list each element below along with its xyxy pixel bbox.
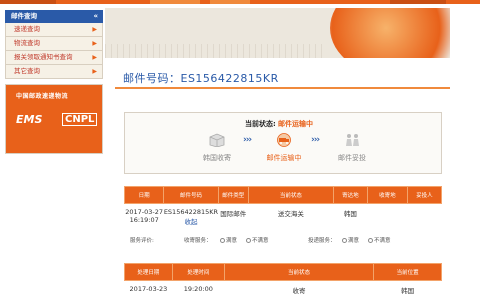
column-header: 妥投人: [406, 186, 443, 204]
step-label: 邮件妥投: [338, 154, 366, 162]
delivery-service-label: 投递服务：: [308, 238, 336, 244]
current-status-label: 当前状态:: [245, 120, 276, 128]
delivery-icon: [346, 134, 359, 146]
top-nav-tab[interactable]: [210, 0, 250, 4]
radio-icon[interactable]: [342, 238, 347, 243]
column-header: 寄达地: [332, 186, 368, 204]
step-received: 韩国收寄: [192, 133, 242, 163]
cell-location: 韩国: [401, 287, 415, 295]
banner-image: [105, 8, 450, 58]
radio-icon[interactable]: [368, 238, 373, 243]
sidebar-item-express[interactable]: 速递查询 ▶: [5, 23, 103, 37]
column-header: 当前状态: [223, 263, 375, 281]
arrow-right-icon: ▶: [92, 40, 97, 47]
step-label: 韩国收寄: [203, 154, 231, 162]
arrow-right-icon: ▶: [92, 54, 97, 61]
mail-info-table: 日期 邮件号码 邮件类型 当前状态 寄达地 收寄地 妥投人 2017-03-27…: [123, 186, 443, 227]
radio-label: 不满意: [374, 238, 391, 244]
sidebar: 邮件查询 « 速递查询 ▶ 物流查询 ▶ 报关领取通知书查询 ▶ 其它查询 ▶ …: [5, 10, 103, 154]
step-delivered: 邮件妥投: [327, 133, 377, 163]
cell-process-date: 2017-03-23: [129, 285, 168, 293]
table-header-row: 处理日期 处理时间 当前状态 当前位置: [124, 263, 442, 281]
sidebar-item-other[interactable]: 其它查询 ▶: [5, 65, 103, 79]
cell-origin: [367, 204, 407, 227]
column-header: 邮件号码: [163, 186, 219, 204]
column-header: 当前位置: [373, 263, 442, 281]
radio-label: 满意: [348, 238, 360, 244]
arrow-right-icon: ▶: [92, 68, 97, 75]
sidebar-header-label: 邮件查询: [11, 12, 37, 20]
radio-receive-unsatisfied[interactable]: 不满意: [246, 236, 269, 244]
column-header: 收寄地: [366, 186, 408, 204]
sidebar-item-customs-notice[interactable]: 报关领取通知书查询 ▶: [5, 51, 103, 65]
progress-chevrons-icon: ›››: [243, 135, 252, 145]
cell-date: 2017-03-27 16:19:07: [125, 208, 164, 224]
status-panel: 当前状态: 邮件运输中 韩国收寄 ››› 邮件运输中 ››› 邮件妥投: [124, 112, 442, 174]
mail-number: ES156422815KR: [163, 208, 219, 216]
cell-mail-number: ES156422815KR 收起: [163, 204, 219, 226]
banner-texture: [105, 44, 325, 58]
cell-status: 收寄: [292, 287, 306, 295]
table-row: 2017-03-27 16:19:07 ES156422815KR 收起 国际邮…: [125, 204, 442, 227]
arrow-right-icon: ▶: [92, 26, 97, 33]
sidebar-item-label: 物流查询: [14, 39, 40, 47]
cell-process-time: 19:20:00: [183, 285, 213, 293]
sidebar-item-label: 报关领取通知书查询: [14, 53, 73, 61]
top-nav-bar: [0, 0, 480, 4]
service-rating-label: 服务评价:: [130, 238, 154, 244]
progress-chevrons-icon: ›››: [311, 135, 320, 145]
top-nav-tab[interactable]: [390, 0, 446, 4]
sidebar-header[interactable]: 邮件查询 «: [5, 10, 103, 23]
step-label: 邮件运输中: [266, 154, 302, 162]
sidebar-item-label: 速递查询: [14, 25, 40, 33]
collapse-chevron-icon[interactable]: «: [93, 10, 98, 23]
trace-table: 处理日期 处理时间 当前状态 当前位置 2017-03-23 19:20:00 …: [124, 263, 442, 295]
truck-icon: [277, 133, 291, 147]
page-title: 邮件号码：ES156422815KR: [123, 72, 279, 85]
ems-logo-card[interactable]: 中国邮政速递物流 EMS CNPL: [5, 84, 103, 154]
title-divider: [115, 87, 450, 89]
sidebar-item-label: 其它查询: [14, 67, 40, 75]
cell-mail-type: 国际邮件: [220, 210, 247, 218]
radio-deliver-unsatisfied[interactable]: 不满意: [368, 236, 391, 244]
box-icon: [209, 133, 225, 148]
cell-current-status: 送交海关: [277, 210, 304, 218]
column-header: 邮件类型: [217, 186, 249, 204]
collapse-link[interactable]: 收起: [164, 216, 218, 226]
cell-destination: 韩国: [343, 210, 357, 218]
column-header: 当前状态: [247, 186, 334, 204]
radio-label: 满意: [226, 238, 238, 244]
china-post-logo: 中国邮政速递物流: [16, 93, 69, 100]
current-status: 当前状态: 邮件运输中: [245, 119, 313, 129]
column-header: 日期: [123, 186, 165, 204]
ems-logo: EMS: [16, 113, 43, 126]
radio-icon[interactable]: [220, 238, 225, 243]
radio-label: 不满意: [252, 238, 269, 244]
table-header-row: 日期 邮件号码 邮件类型 当前状态 寄达地 收寄地 妥投人: [123, 186, 443, 204]
top-nav-tab[interactable]: [0, 0, 56, 4]
globe-graphic: [330, 8, 450, 58]
radio-receive-satisfied[interactable]: 满意: [220, 236, 237, 244]
receive-service-label: 收寄服务：: [184, 238, 212, 244]
sidebar-item-logistics[interactable]: 物流查询 ▶: [5, 37, 103, 51]
radio-deliver-satisfied[interactable]: 满意: [342, 236, 359, 244]
top-nav-tab[interactable]: [150, 0, 200, 4]
cell-recipient: [407, 204, 441, 227]
step-in-transit: 邮件运输中: [259, 133, 309, 163]
table-row: 2017-03-23 19:20:00 收寄 韩国: [125, 281, 442, 295]
current-status-value: 邮件运输中: [278, 120, 314, 128]
cnpl-logo: CNPL: [62, 113, 98, 126]
radio-icon[interactable]: [246, 238, 251, 243]
column-header: 处理日期: [124, 263, 173, 281]
column-header: 处理时间: [171, 263, 225, 281]
